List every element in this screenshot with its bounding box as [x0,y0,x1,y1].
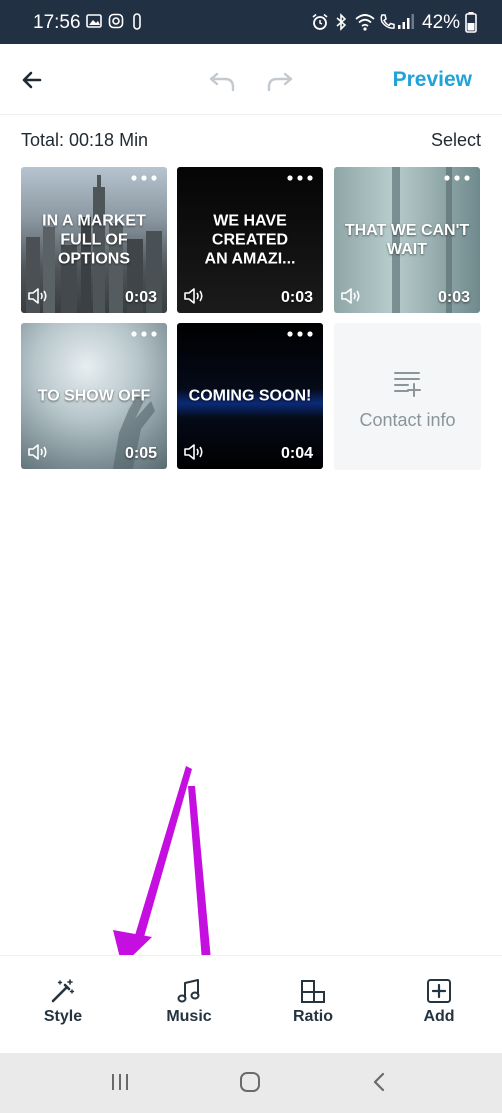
signal-icon [398,14,414,29]
back-arrow-icon[interactable] [16,64,48,96]
clip-tile[interactable]: THAT WE CAN'T WAIT 0:03 [334,167,480,313]
bottom-toolbar: Style Music Ratio Add [0,955,502,1054]
instagram-icon [108,13,124,29]
undo-icon[interactable] [206,64,238,96]
redo-icon[interactable] [264,64,296,96]
speaker-icon[interactable] [183,287,205,305]
status-time: 17:56 [33,12,81,33]
ratio-tool-button[interactable]: Ratio [263,978,363,1026]
annotation-arrow-style [113,766,192,966]
more-options-icon[interactable] [287,329,313,339]
battery-percent: 42% [422,12,461,33]
ratio-label: Ratio [293,1008,333,1025]
preview-button[interactable]: Preview [393,68,472,92]
add-tool-button[interactable]: Add [389,978,489,1026]
battery-icon [465,12,477,33]
select-button[interactable]: Select [431,130,481,151]
style-tool-button[interactable]: Style [13,978,113,1026]
style-label: Style [43,1008,83,1025]
add-label: Add [423,1008,455,1025]
clip-tile[interactable]: IN A MARKET FULL OF OPTIONS 0:03 [21,167,167,313]
clip-duration: 0:04 [280,445,313,462]
clip-duration: 0:03 [437,289,470,306]
alarm-icon [312,13,328,30]
clip-caption: THAT WE CAN'T WAIT [344,222,470,258]
clip-duration: 0:03 [124,289,157,306]
music-label: Music [166,1008,212,1025]
more-options-icon[interactable] [131,173,157,183]
clip-caption: IN A MARKET FULL OF OPTIONS [42,212,146,268]
clip-caption: TO SHOW OFF [37,387,151,405]
gallery-icon [86,14,102,28]
clip-caption: COMING SOON! [188,387,312,405]
recent-apps-icon[interactable] [109,1071,131,1093]
magic-wand-icon [51,979,75,1003]
add-box-icon [427,979,451,1003]
home-icon[interactable] [238,1071,262,1093]
clip-caption: WE HAVE CREATED AN AMAZI... [204,212,296,268]
clip-notification-icon [133,13,141,30]
speaker-icon[interactable] [340,287,362,305]
bluetooth-icon [336,13,347,31]
speaker-icon[interactable] [27,443,49,461]
contact-info-tile[interactable]: Contact info [334,323,481,470]
music-tool-button[interactable]: Music [139,978,239,1026]
system-back-icon[interactable] [370,1071,388,1093]
clip-tile[interactable]: WE HAVE CREATED AN AMAZI... 0:03 [177,167,323,313]
clip-duration: 0:03 [280,289,313,306]
clip-duration: 0:05 [124,445,157,462]
clip-tile[interactable]: TO SHOW OFF 0:05 [21,323,167,469]
wifi-icon [355,14,375,31]
editor-header: Preview [0,44,502,115]
aspect-ratio-icon [301,980,325,1003]
summary-row: Total: 00:18 Min Select [21,130,481,151]
more-options-icon[interactable] [287,173,313,183]
system-navigation-bar [0,1053,502,1113]
status-bar: 17:56 42% [0,0,502,44]
total-duration: Total: 00:18 Min [21,130,149,150]
add-list-icon [394,372,421,397]
speaker-icon[interactable] [27,287,49,305]
clip-tile[interactable]: COMING SOON! 0:04 [177,323,323,469]
music-note-icon [177,979,200,1003]
call-icon [380,14,395,29]
more-options-icon[interactable] [131,329,157,339]
contact-info-label: Contact info [359,410,456,430]
more-options-icon[interactable] [444,173,470,183]
speaker-icon[interactable] [183,443,205,461]
